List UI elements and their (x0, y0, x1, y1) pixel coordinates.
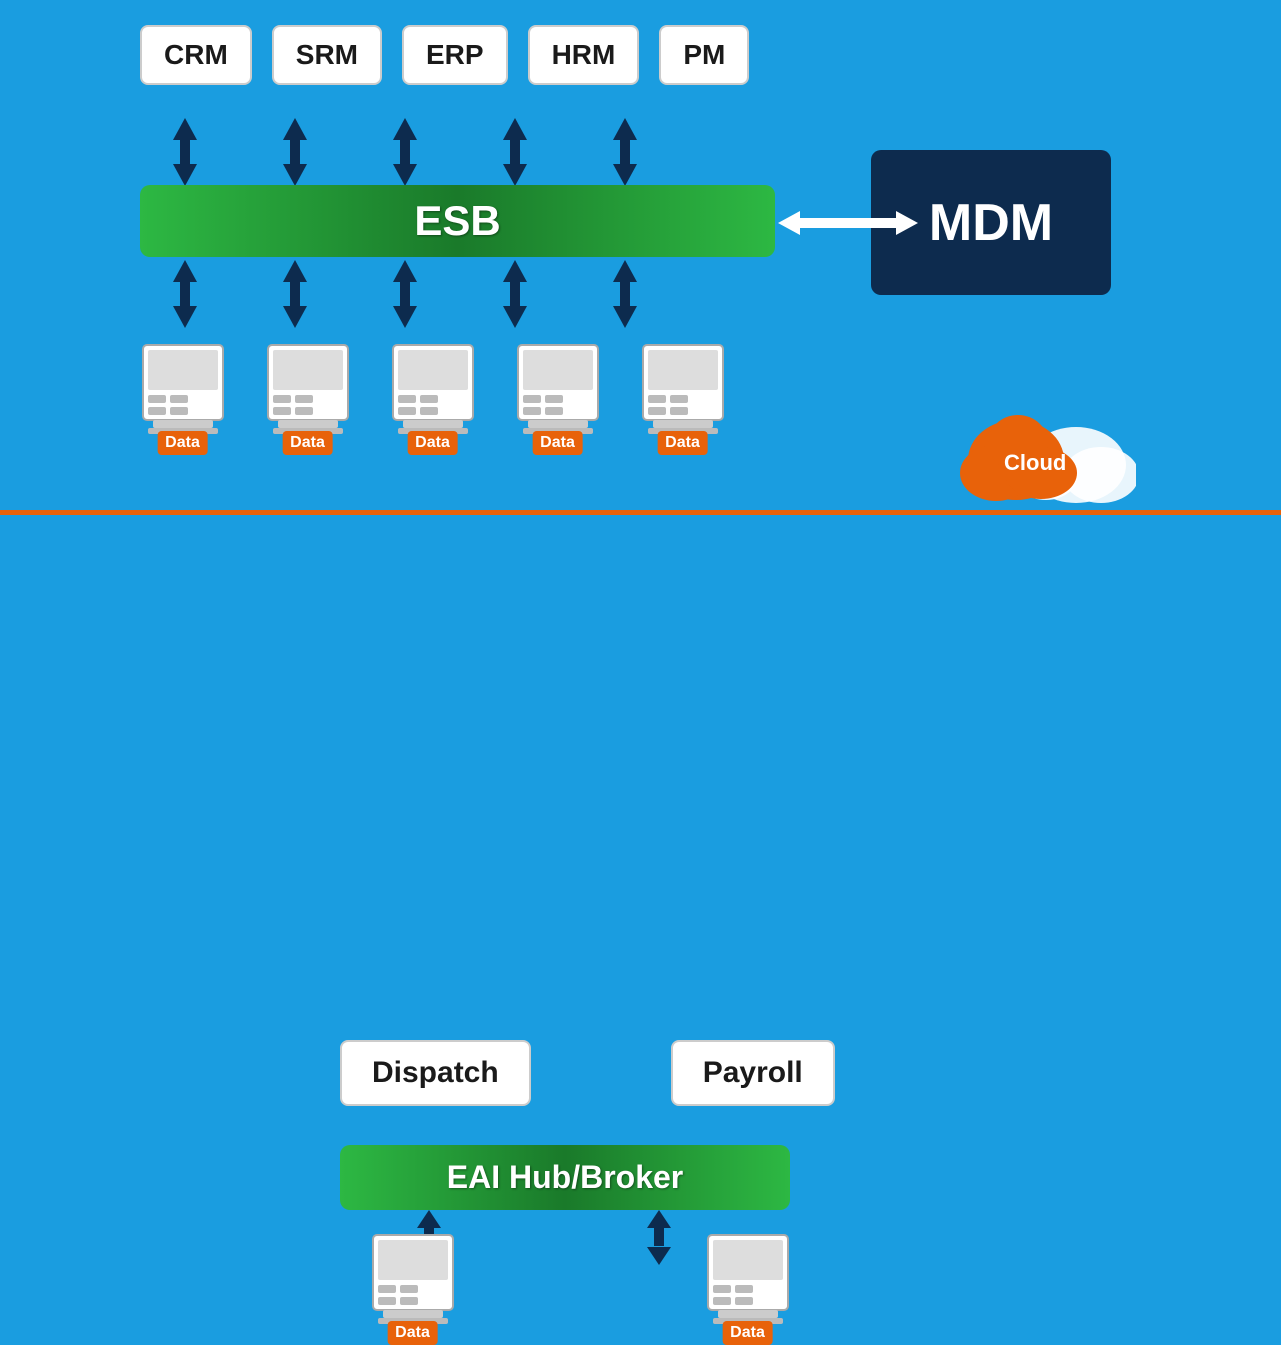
server-icon-4 (513, 340, 603, 440)
bottom-data-badge-2: Data (722, 1321, 773, 1345)
esb-mdm-arrow (778, 207, 918, 239)
bottom-server-2: Data (695, 1230, 800, 1335)
arrow-above-5 (580, 118, 670, 186)
system-boxes-row: CRM SRM ERP HRM PM (140, 25, 749, 85)
erp-box: ERP (402, 25, 508, 85)
arrow-below-5 (580, 260, 670, 328)
server-icon-5 (638, 340, 728, 440)
arrows-above-esb (140, 118, 670, 186)
arrow-below-4 (470, 260, 560, 328)
bottom-server-icon-1 (368, 1230, 458, 1330)
dispatch-box: Dispatch (340, 1040, 531, 1106)
arrow-below-1 (140, 260, 230, 328)
pm-box: PM (659, 25, 749, 85)
payroll-box: Payroll (671, 1040, 835, 1106)
servers-row: Data Data (130, 340, 735, 445)
bottom-server-icon-2 (703, 1230, 793, 1330)
svg-text:Cloud: Cloud (1004, 450, 1066, 475)
arrow-above-4 (470, 118, 560, 186)
arrow-above-3 (360, 118, 450, 186)
bottom-data-badge-1: Data (387, 1321, 438, 1345)
eai-bar: EAI Hub/Broker (340, 1145, 790, 1210)
bottom-server-1: Data (360, 1230, 465, 1335)
data-badge-3: Data (407, 431, 458, 455)
cloud-icon: Cloud (946, 395, 1136, 515)
cloud-group: Cloud (946, 395, 1136, 520)
server-icon-2 (263, 340, 353, 440)
server-4: Data (505, 340, 610, 445)
arrows-below-esb (140, 260, 670, 328)
arrow-above-2 (250, 118, 340, 186)
server-3: Data (380, 340, 485, 445)
top-section: CRM SRM ERP HRM PM (0, 0, 1281, 510)
arrow-above-1 (140, 118, 230, 186)
server-icon-3 (388, 340, 478, 440)
divider-line (0, 510, 1281, 515)
server-icon-1 (138, 340, 228, 440)
data-badge-5: Data (657, 431, 708, 455)
esb-label: ESB (414, 197, 500, 245)
arrow-below-2 (250, 260, 340, 328)
bottom-app-boxes: Dispatch Payroll (340, 1040, 835, 1106)
server-1: Data (130, 340, 235, 445)
data-badge-1: Data (157, 431, 208, 455)
server-5: Data (630, 340, 735, 445)
bottom-section: Dispatch Payroll EAI Hub/Broker (0, 510, 1281, 851)
data-badge-4: Data (532, 431, 583, 455)
data-badge-2: Data (282, 431, 333, 455)
eai-label: EAI Hub/Broker (447, 1159, 683, 1196)
mdm-label: MDM (929, 193, 1053, 253)
esb-bar: ESB (140, 185, 775, 257)
hrm-box: HRM (528, 25, 640, 85)
arrow-below-3 (360, 260, 450, 328)
srm-box: SRM (272, 25, 382, 85)
bottom-servers-row: Data Data (360, 1230, 800, 1335)
server-2: Data (255, 340, 360, 445)
crm-box: CRM (140, 25, 252, 85)
